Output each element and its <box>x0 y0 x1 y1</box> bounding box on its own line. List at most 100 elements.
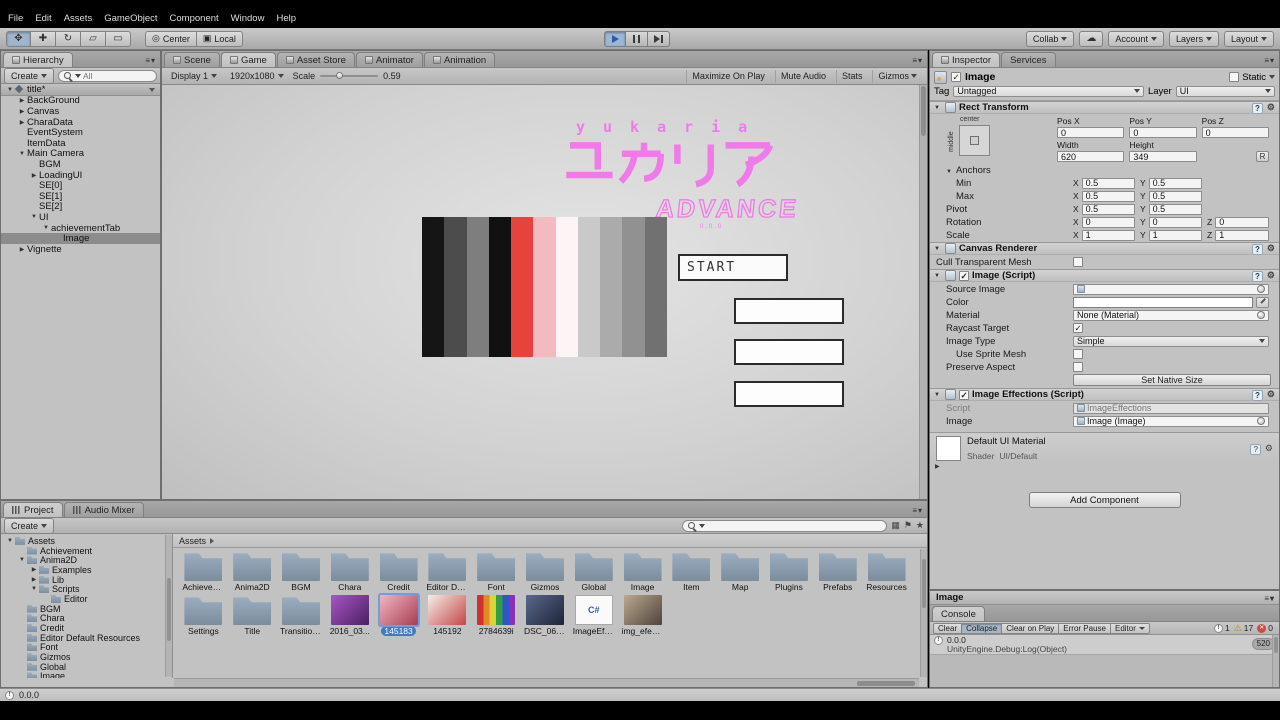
rotation-y-field[interactable]: 0 <box>1149 217 1202 228</box>
preserve-aspect-checkbox[interactable] <box>1073 362 1083 372</box>
panel-menu-icon[interactable] <box>1264 56 1275 65</box>
anchors-min-x-field[interactable]: 0.5 <box>1082 178 1135 189</box>
asset-item[interactable]: Anima2D <box>228 551 277 592</box>
console-button[interactable]: Error Pause <box>1059 623 1111 634</box>
project-tree-item[interactable]: Chara <box>1 614 172 624</box>
help-icon[interactable] <box>1252 390 1263 400</box>
asset-item[interactable]: Achievem... <box>179 551 228 592</box>
grid-horizontal-scrollbar[interactable] <box>174 678 919 687</box>
game-vertical-scrollbar[interactable] <box>919 85 927 500</box>
use-sprite-mesh-checkbox[interactable] <box>1073 349 1083 359</box>
gear-icon[interactable] <box>1265 443 1273 454</box>
shader-value[interactable]: UI/Default <box>999 451 1037 461</box>
tree-vertical-scrollbar[interactable] <box>165 535 172 677</box>
project-tree-item[interactable]: Image <box>1 672 172 678</box>
panel-menu-icon[interactable] <box>912 506 923 515</box>
help-icon[interactable] <box>1252 103 1263 113</box>
asset-item[interactable]: Transition... <box>277 595 326 636</box>
material-swatch[interactable] <box>936 436 961 461</box>
menu-item[interactable]: Edit <box>29 11 57 26</box>
asset-item[interactable]: BGM <box>277 551 326 592</box>
pivot-center-button[interactable]: Center <box>145 31 197 47</box>
gear-icon[interactable] <box>1267 270 1275 281</box>
expand-arrow-icon[interactable]: ▶ <box>17 97 27 104</box>
hierarchy-item[interactable]: ▶ CharaData <box>1 117 160 128</box>
eyedropper-icon[interactable] <box>1256 297 1269 308</box>
search-by-label-icon[interactable]: ⚑ <box>904 520 912 531</box>
asset-item[interactable]: 2784639i <box>472 595 521 636</box>
create-button[interactable]: Create <box>4 68 54 84</box>
pos-z-field[interactable]: 0 <box>1202 127 1269 138</box>
hierarchy-item[interactable]: ▼ achievementTab <box>1 223 160 234</box>
pos-x-field[interactable]: 0 <box>1057 127 1124 138</box>
project-search-input[interactable] <box>707 521 882 531</box>
scrollbar-thumb[interactable] <box>857 681 915 686</box>
scale-x-field[interactable]: 1 <box>1082 230 1135 241</box>
pause-button[interactable] <box>626 31 648 47</box>
hand-tool-button[interactable] <box>6 31 31 47</box>
color-swatch[interactable] <box>1073 297 1253 308</box>
object-picker-icon[interactable] <box>1257 417 1265 425</box>
canvas-renderer-header[interactable]: ▼ Canvas Renderer <box>930 242 1279 255</box>
error-count[interactable]: 0 <box>1257 623 1273 633</box>
anchors-foldout[interactable]: Anchors <box>946 165 1073 176</box>
tab-inspector[interactable]: Inspector <box>932 52 1000 67</box>
asset-item[interactable]: 145183 <box>374 595 423 636</box>
project-tree-item[interactable]: ▼ Anima2D <box>1 555 172 565</box>
static-checkbox[interactable] <box>1229 72 1239 82</box>
tab-hierarchy[interactable]: Hierarchy <box>3 52 73 67</box>
raw-edit-mode-button[interactable]: R <box>1256 151 1269 162</box>
menu-item[interactable]: File <box>2 11 29 26</box>
image-type-dropdown[interactable]: Simple <box>1073 336 1269 347</box>
menu-item[interactable]: GameObject <box>98 11 163 26</box>
hierarchy-item[interactable]: Image <box>1 233 160 244</box>
anchors-min-y-field[interactable]: 0.5 <box>1149 178 1202 189</box>
height-field[interactable]: 349 <box>1129 151 1196 162</box>
add-component-button[interactable]: Add Component <box>1029 492 1181 508</box>
hierarchy-item[interactable]: SE[2] <box>1 202 160 213</box>
rotation-z-field[interactable]: 0 <box>1215 217 1269 228</box>
rect-transform-header[interactable]: ▼ Rect Transform <box>930 101 1279 114</box>
asset-item[interactable]: DSC_068... <box>521 595 570 636</box>
material-field[interactable]: None (Material) <box>1073 310 1269 321</box>
project-tree-item[interactable]: Achievement <box>1 546 172 556</box>
grid-vertical-scrollbar[interactable] <box>920 549 927 677</box>
favorites-icon[interactable]: ★ <box>916 520 924 531</box>
project-tree-item[interactable]: ▼ Assets <box>1 536 172 546</box>
project-tab[interactable]: Audio Mixer <box>64 502 144 517</box>
menu-item[interactable]: Assets <box>58 11 99 26</box>
asset-item[interactable]: 145192 <box>423 595 472 636</box>
component-enabled-checkbox[interactable]: ✓ <box>959 390 969 400</box>
hierarchy-item[interactable]: SE[0] <box>1 180 160 191</box>
expand-arrow-icon[interactable]: ▼ <box>17 557 27 563</box>
maximize-on-play-button[interactable]: Maximize On Play <box>686 70 770 83</box>
asset-item[interactable]: Image <box>618 551 667 592</box>
expand-arrow-icon[interactable]: ▼ <box>5 538 15 544</box>
pivot-local-button[interactable]: Local <box>197 31 243 47</box>
component-enabled-checkbox[interactable]: ✓ <box>959 271 969 281</box>
gear-icon[interactable] <box>1267 389 1275 400</box>
foldout-arrow-icon[interactable]: ▼ <box>934 246 942 252</box>
expand-arrow-icon[interactable]: ▼ <box>17 151 27 157</box>
gameview-tab[interactable]: Animator <box>356 52 423 67</box>
expand-arrow-icon[interactable]: ▼ <box>41 225 51 231</box>
asset-item[interactable]: Chara <box>325 551 374 592</box>
project-tree-item[interactable]: Editor <box>1 594 172 604</box>
panel-menu-icon[interactable] <box>145 56 156 65</box>
console-button[interactable]: Clear on Play <box>1002 623 1059 634</box>
create-button[interactable]: Create <box>4 518 54 534</box>
project-tree-item[interactable]: Global <box>1 662 172 672</box>
search-by-type-icon[interactable]: ▦ <box>891 520 900 531</box>
script-field[interactable]: ImageEffections <box>1073 403 1269 414</box>
console-button[interactable]: Collapse <box>962 623 1002 634</box>
raycast-target-checkbox[interactable]: ✓ <box>1073 323 1083 333</box>
game-menu-button-3[interactable] <box>734 381 844 407</box>
project-tree-item[interactable]: Editor Default Resources <box>1 633 172 643</box>
panel-menu-icon[interactable] <box>912 56 923 65</box>
hierarchy-item[interactable]: ▼ title* <box>1 85 160 96</box>
menu-item[interactable]: Help <box>270 11 302 26</box>
project-tree-item[interactable]: Credit <box>1 623 172 633</box>
effections-image-field[interactable]: Image (Image) <box>1073 416 1269 427</box>
menu-item[interactable]: Component <box>164 11 225 26</box>
breadcrumb[interactable]: Assets <box>173 534 927 548</box>
